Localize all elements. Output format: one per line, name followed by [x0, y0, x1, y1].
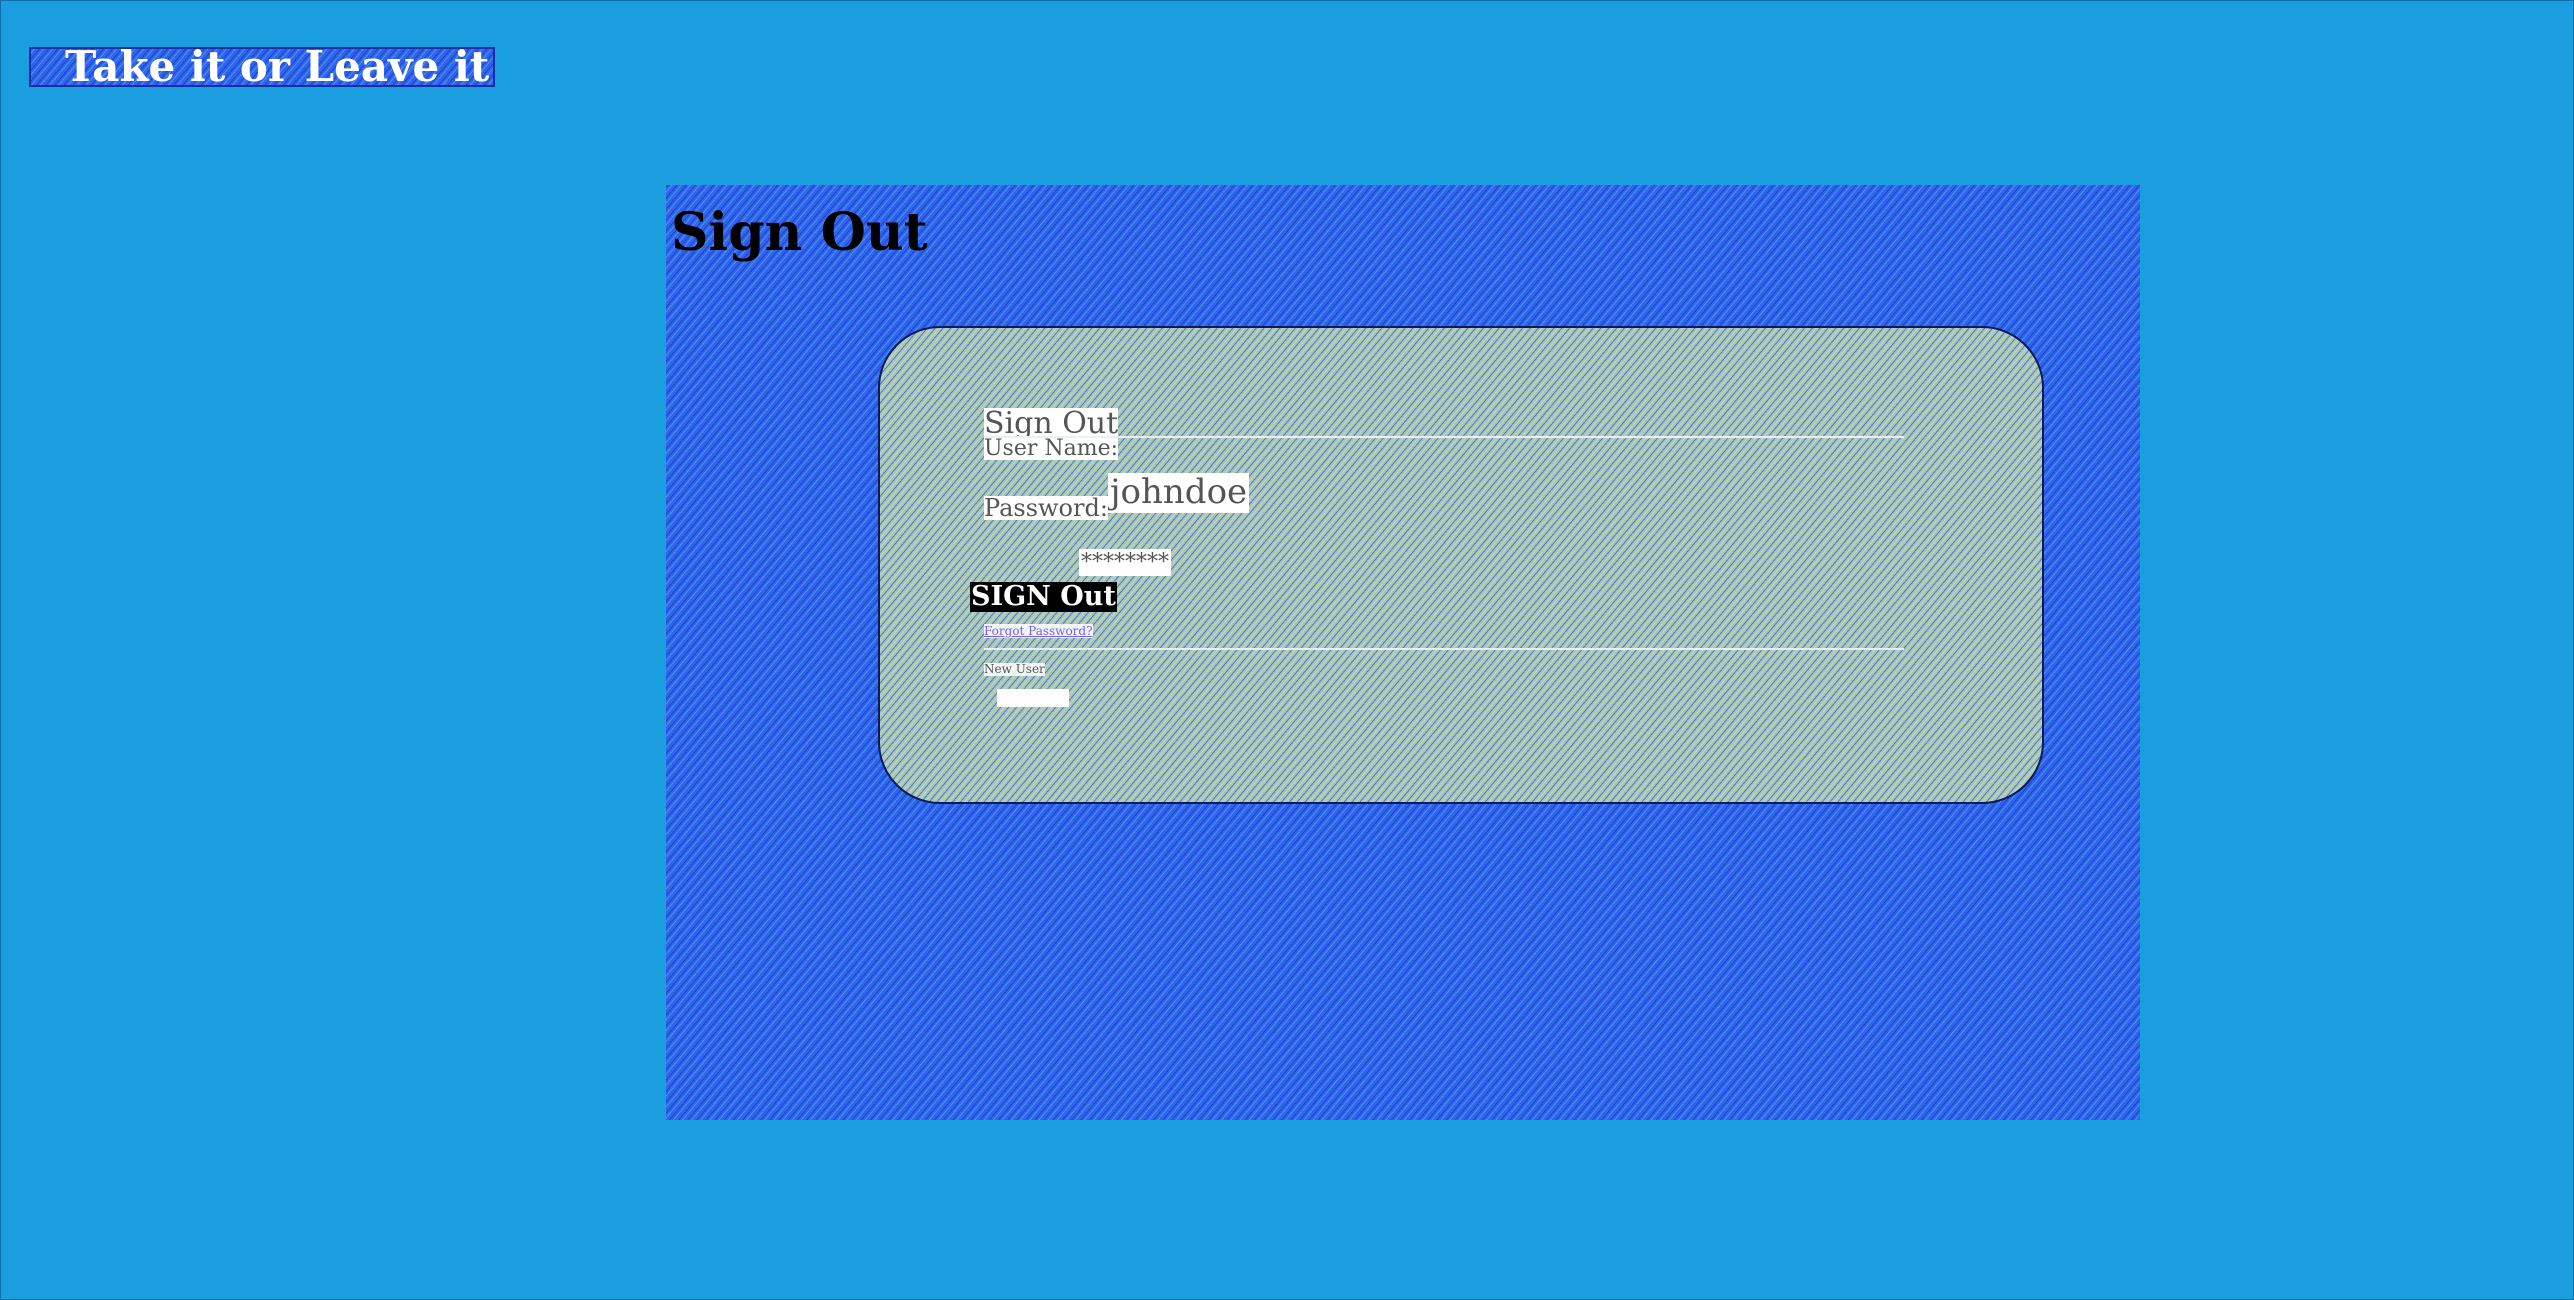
page-title: Sign Out: [671, 202, 928, 263]
signout-form-card: Sign Out User Name: johndoe Password: **…: [878, 326, 2044, 804]
main-panel: Sign Out Sign Out User Name: johndoe Pas…: [666, 185, 2140, 1120]
new-user-button[interactable]: [997, 689, 1069, 707]
new-user-label: New User: [984, 662, 1045, 676]
form-legend: Sign Out: [984, 406, 1119, 441]
site-logo-text: Take it or Leave it: [65, 47, 490, 87]
password-field[interactable]: ********: [1079, 549, 1171, 576]
username-label: User Name:: [984, 436, 1119, 461]
username-field[interactable]: johndoe: [1108, 473, 1250, 513]
fieldset-top-border: [984, 436, 1904, 438]
fieldset-bottom-border: [984, 648, 1904, 650]
password-label: Password:: [984, 494, 1108, 522]
signout-button[interactable]: SIGN Out: [970, 582, 1117, 612]
site-logo[interactable]: Take it or Leave it: [29, 47, 495, 87]
forgot-password-link[interactable]: Forgot Password?: [984, 624, 1093, 638]
